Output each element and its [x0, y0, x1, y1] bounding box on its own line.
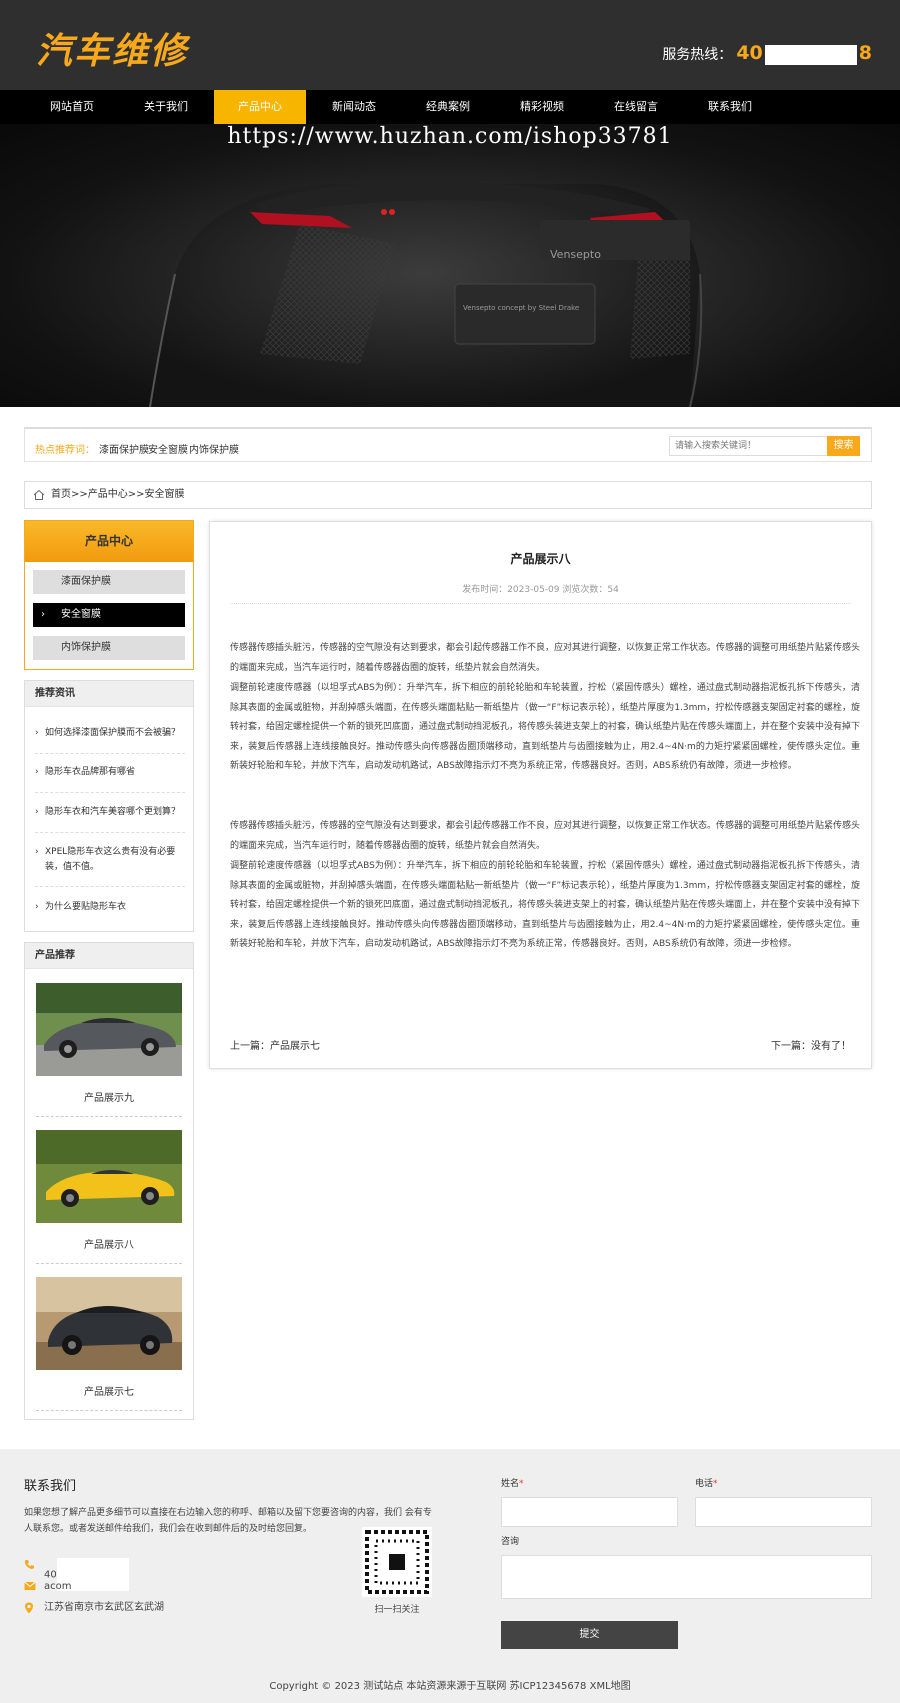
name-label: 姓名* — [501, 1479, 524, 1489]
news-item[interactable]: 如何选择漆面保护膜而不会被骗？ — [35, 726, 185, 754]
breadcrumb-text[interactable]: 首页>>产品中心>>安全窗膜 — [51, 489, 185, 500]
product-image[interactable] — [36, 983, 182, 1076]
copyright: Copyright © 2023 测试站点 本站资源来源于互联网 苏ICP123… — [269, 1681, 631, 1692]
recommended-products-title: 产品推荐 — [25, 943, 193, 969]
recommended-news-box: 推荐资讯 如何选择漆面保护膜而不会被骗？ 隐形车衣品牌那有哪省 隐形车衣和汽车美… — [24, 680, 194, 932]
site-logo[interactable]: 汽车维修 — [36, 22, 188, 74]
nav-cases[interactable]: 经典案例 — [402, 90, 494, 124]
hero-banner: Vensepto Vensepto concept by Steel Drake… — [0, 124, 900, 407]
product-image[interactable] — [36, 1277, 182, 1370]
site-footer: 联系我们 如果您想了解产品更多细节可以直接在右边输入您的称呼、邮箱以及留下您要咨… — [0, 1449, 900, 1703]
hotline-suffix: 8 — [858, 42, 872, 64]
nav-videos[interactable]: 精彩视频 — [496, 90, 588, 124]
product-category-box: 产品中心 漆面保护膜 安全窗膜 内饰保护膜 — [24, 520, 194, 670]
nav-contact[interactable]: 联系我们 — [684, 90, 776, 124]
category-paint-film[interactable]: 漆面保护膜 — [33, 570, 185, 594]
car-rear-illustration: Vensepto Vensepto concept by Steel Drake — [149, 181, 703, 407]
product-card[interactable]: 产品展示七 — [36, 1277, 182, 1411]
article-meta: 发布时间：2023-05-09 浏览次数：54 — [230, 582, 851, 604]
product-name[interactable]: 产品展示八 — [36, 1236, 182, 1264]
news-item[interactable]: 为什么要贴隐形车衣 — [35, 900, 185, 922]
product-category-title: 产品中心 — [25, 521, 193, 562]
mail-icon — [24, 1581, 36, 1590]
hot-keywords-label: 热点推荐词： — [35, 445, 95, 456]
home-icon — [33, 489, 45, 500]
main-nav: 网站首页 关于我们 产品中心 新闻动态 经典案例 精彩视频 在线留言 联系我们 — [0, 90, 900, 124]
contact-address: 江苏省南京市玄武区玄武湖 — [24, 1601, 164, 1615]
nav-message[interactable]: 在线留言 — [590, 90, 682, 124]
nav-home[interactable]: 网站首页 — [26, 90, 118, 124]
news-item[interactable]: XPEL隐形车衣这么贵有没有必要装，值不值。 — [35, 845, 185, 887]
phone-prefix: 40 — [44, 1569, 57, 1581]
category-interior-film[interactable]: 内饰保护膜 — [33, 636, 185, 660]
product-image[interactable] — [36, 1130, 182, 1223]
contact-title: 联系我们 — [24, 1479, 77, 1494]
nav-about[interactable]: 关于我们 — [120, 90, 212, 124]
hot-link-interior-film[interactable]: 内饰保护膜 — [189, 441, 239, 456]
email-suffix: om — [55, 1581, 72, 1592]
article-panel: 产品展示八 发布时间：2023-05-09 浏览次数：54 传感器传感插头脏污，… — [209, 521, 872, 1069]
prev-article-link[interactable]: 上一篇：产品展示七 — [230, 1037, 320, 1052]
consult-textarea[interactable] — [501, 1555, 872, 1599]
nav-news[interactable]: 新闻动态 — [308, 90, 400, 124]
phone-input[interactable] — [695, 1497, 872, 1527]
qr-label: 扫一扫关注 — [374, 1605, 420, 1615]
search-button[interactable]: 搜索 — [827, 436, 860, 456]
product-name[interactable]: 产品展示七 — [36, 1383, 182, 1411]
article-paragraph: 调整前轮速度传感器（以坦孚式ABS为例）：升举汽车，拆下相应的前轮轮胎和车轮装置… — [230, 683, 861, 772]
hot-link-window-film[interactable]: 安全窗膜 — [148, 441, 188, 456]
hotline-label: 服务热线： — [662, 47, 733, 63]
banner-plate-text: Vensepto concept by Steel Drake — [463, 304, 579, 312]
article-paragraph: 调整前轮速度传感器（以坦孚式ABS为例）：升举汽车，拆下相应的前轮轮胎和车轮装置… — [230, 861, 861, 950]
hot-keywords-bar: 热点推荐词： 漆面保护膜 安全窗膜 内饰保护膜 搜索 — [24, 427, 872, 462]
phone-icon — [25, 1560, 34, 1569]
consult-label: 咨询 — [501, 1537, 520, 1547]
recommended-news-title: 推荐资讯 — [25, 681, 193, 707]
service-hotline: 服务热线： 40 8 — [662, 42, 872, 65]
qr-code — [362, 1527, 432, 1597]
search-input[interactable] — [669, 436, 847, 456]
address-text: 江苏省南京市玄武区玄武湖 — [44, 1602, 164, 1613]
breadcrumb: 首页>>产品中心>>安全窗膜 — [24, 481, 872, 509]
hotline-mask — [764, 45, 857, 65]
name-input[interactable] — [501, 1497, 678, 1527]
news-item[interactable]: 隐形车衣品牌那有哪省 — [35, 765, 185, 793]
submit-button[interactable]: 提交 — [501, 1621, 678, 1649]
email-prefix: ac — [44, 1581, 56, 1592]
hotline-prefix: 40 — [736, 42, 763, 64]
category-window-film[interactable]: 安全窗膜 — [33, 603, 185, 627]
news-item[interactable]: 隐形车衣和汽车美容哪个更划算？ — [35, 805, 185, 833]
next-article-link[interactable]: 下一篇：没有了！ — [771, 1037, 851, 1052]
phone-label: 电话* — [695, 1479, 718, 1489]
site-header: 汽车维修 服务热线： 40 8 — [0, 0, 900, 90]
contact-email: acom — [24, 1580, 72, 1594]
banner-brand-text: Vensepto — [550, 248, 601, 261]
location-pin-icon — [25, 1602, 33, 1614]
product-card[interactable]: 产品展示八 — [36, 1130, 182, 1264]
article-paragraph: 传感器传感插头脏污，传感器的空气隙没有达到要求，都会引起传感器工作不良，应对其进… — [230, 643, 861, 673]
contact-phone: 40 — [24, 1558, 129, 1591]
nav-products[interactable]: 产品中心 — [214, 90, 306, 124]
product-card[interactable]: 产品展示九 — [36, 983, 182, 1117]
banner-watermark: https://www.huzhan.com/ishop33781 — [227, 124, 673, 149]
recommended-products-box: 产品推荐 产品展示九 产品展示八 产品展示七 — [24, 942, 194, 1420]
product-name[interactable]: 产品展示九 — [36, 1089, 182, 1117]
article-paragraph: 传感器传感插头脏污，传感器的空气隙没有达到要求，都会引起传感器工作不良，应对其进… — [230, 821, 861, 851]
hot-link-paint-film[interactable]: 漆面保护膜 — [99, 441, 149, 456]
article-title: 产品展示八 — [510, 552, 571, 566]
